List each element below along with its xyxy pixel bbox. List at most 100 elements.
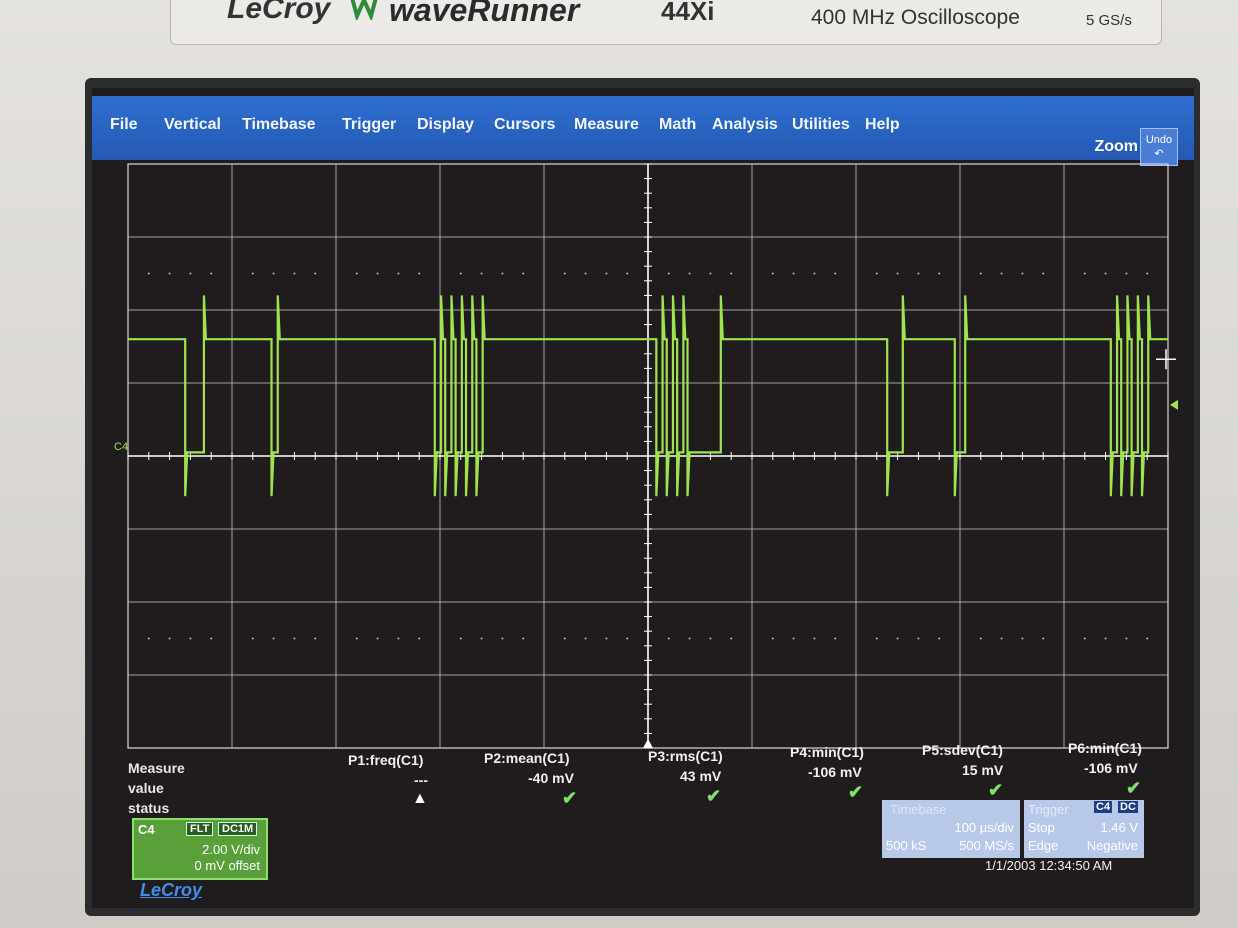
channel-c4-marker: C4 — [114, 441, 128, 453]
menu-vertical[interactable]: Vertical — [164, 116, 221, 134]
reference-dot — [917, 637, 920, 640]
reference-dot — [418, 272, 421, 275]
reference-dot — [1146, 272, 1149, 275]
reference-dot — [979, 272, 982, 275]
trigger-type: Edge — [1028, 838, 1059, 853]
p2-value: -40 mV — [528, 770, 574, 786]
reference-dot — [563, 637, 566, 640]
reference-dot — [938, 637, 941, 640]
p1-name[interactable]: P1:freq(C1) — [348, 752, 423, 768]
reference-dot — [522, 637, 525, 640]
reference-dot — [730, 272, 733, 275]
menu-help[interactable]: Help — [865, 116, 900, 134]
reference-dot — [293, 272, 296, 275]
reference-dot — [626, 637, 629, 640]
reference-dot — [979, 637, 982, 640]
menu-cursors[interactable]: Cursors — [494, 116, 555, 134]
trigger-descriptor[interactable]: Trigger C4 DC Stop 1.46 V Edge Negative — [1024, 800, 1144, 858]
undo-label: Undo — [1145, 134, 1173, 146]
p3-value: 43 mV — [680, 768, 722, 784]
menu-timebase[interactable]: Timebase — [242, 116, 316, 134]
timebase-descriptor[interactable]: Timebase 100 µs/div 500 kS 500 MS/s — [882, 800, 1020, 858]
menu-measure[interactable]: Measure — [574, 116, 639, 134]
reference-dot — [792, 637, 795, 640]
menu-analysis[interactable]: Analysis — [712, 116, 778, 134]
reference-dot — [459, 272, 462, 275]
menu-file[interactable]: File — [110, 116, 138, 134]
reference-dot — [355, 272, 358, 275]
reference-dot — [501, 637, 504, 640]
volts-per-div: 2.00 V/div — [202, 842, 260, 857]
wave-logo-icon — [350, 0, 378, 20]
p1-warning-icon: ▲ — [412, 790, 428, 807]
reference-dot — [875, 272, 878, 275]
flt-badge: FLT — [186, 822, 214, 836]
p3-ok-icon: ✔ — [706, 786, 722, 806]
front-panel-brand-strip: LeCroy waveRunner 44Xi 400 MHz Oscillosc… — [170, 0, 1162, 45]
waveform-grid[interactable]: C4 — [92, 158, 1194, 818]
p6-name[interactable]: P6:min(C1) — [1068, 740, 1142, 756]
reference-dot — [813, 272, 816, 275]
reference-dot — [1042, 637, 1045, 640]
menu-utilities[interactable]: Utilities — [792, 116, 850, 134]
trigger-level-icon — [1170, 399, 1178, 410]
value-row-label: value — [128, 780, 164, 796]
reference-dot — [397, 637, 400, 640]
reference-dot — [1042, 272, 1045, 275]
reference-dot — [1125, 637, 1128, 640]
channel-c4-descriptor[interactable]: C4 FLT DC1M 2.00 V/div 0 mV offset — [132, 818, 268, 880]
brand-sample-rate: 5 GS/s — [1086, 12, 1132, 29]
p3-name[interactable]: P3:rms(C1) — [648, 748, 723, 764]
brand-maker: LeCroy — [227, 0, 331, 25]
reference-dot — [709, 637, 712, 640]
reference-dot — [314, 272, 317, 275]
trigger-level: 1.46 V — [1100, 820, 1138, 835]
datetime-stamp: 1/1/2003 12:34:50 AM — [985, 858, 1113, 873]
reference-dot — [563, 272, 566, 275]
reference-dot — [501, 272, 504, 275]
p6-ok-icon: ✔ — [1126, 778, 1142, 798]
coupling-badge: DC1M — [218, 822, 258, 836]
trigger-slope: Negative — [1086, 838, 1138, 853]
trigger-mode: Stop — [1028, 820, 1055, 835]
reference-dot — [709, 272, 712, 275]
reference-dot — [293, 637, 296, 640]
reference-dot — [480, 272, 483, 275]
reference-dot — [251, 637, 254, 640]
reference-dot — [397, 272, 400, 275]
trigger-coupling-badge: DC — [1118, 801, 1138, 813]
reference-dot — [522, 272, 525, 275]
reference-dot — [314, 637, 317, 640]
zoom-button[interactable]: Zoom — [1094, 138, 1138, 156]
reference-dot — [938, 272, 941, 275]
lecroy-logo: LeCroy — [140, 880, 203, 900]
reference-dot — [605, 637, 608, 640]
channel-offset: 0 mV offset — [194, 858, 260, 873]
p2-ok-icon: ✔ — [562, 788, 578, 808]
reference-dot — [730, 637, 733, 640]
trigger-source-badge: C4 — [1094, 801, 1113, 813]
reference-dot — [272, 272, 275, 275]
reference-dot — [1125, 272, 1128, 275]
menu-math[interactable]: Math — [659, 116, 696, 134]
trigger-position-icon — [643, 739, 653, 748]
trigger-label: Trigger — [1028, 802, 1069, 817]
reference-dot — [1000, 272, 1003, 275]
timebase-label: Timebase — [890, 802, 947, 817]
menu-display[interactable]: Display — [417, 116, 474, 134]
reference-dot — [168, 637, 171, 640]
reference-dot — [376, 272, 379, 275]
reference-dot — [771, 272, 774, 275]
brand-description: 400 MHz Oscilloscope — [811, 6, 1020, 29]
reference-dot — [376, 637, 379, 640]
reference-dot — [189, 272, 192, 275]
reference-dot — [480, 637, 483, 640]
p4-name[interactable]: P4:min(C1) — [790, 744, 864, 760]
reference-dot — [584, 272, 587, 275]
p2-name[interactable]: P2:mean(C1) — [484, 750, 570, 766]
status-row-label: status — [128, 800, 170, 816]
reference-dot — [688, 272, 691, 275]
p5-name[interactable]: P5:sdev(C1) — [922, 742, 1003, 758]
measure-row-label: Measure — [128, 760, 185, 776]
menu-trigger[interactable]: Trigger — [342, 116, 396, 134]
